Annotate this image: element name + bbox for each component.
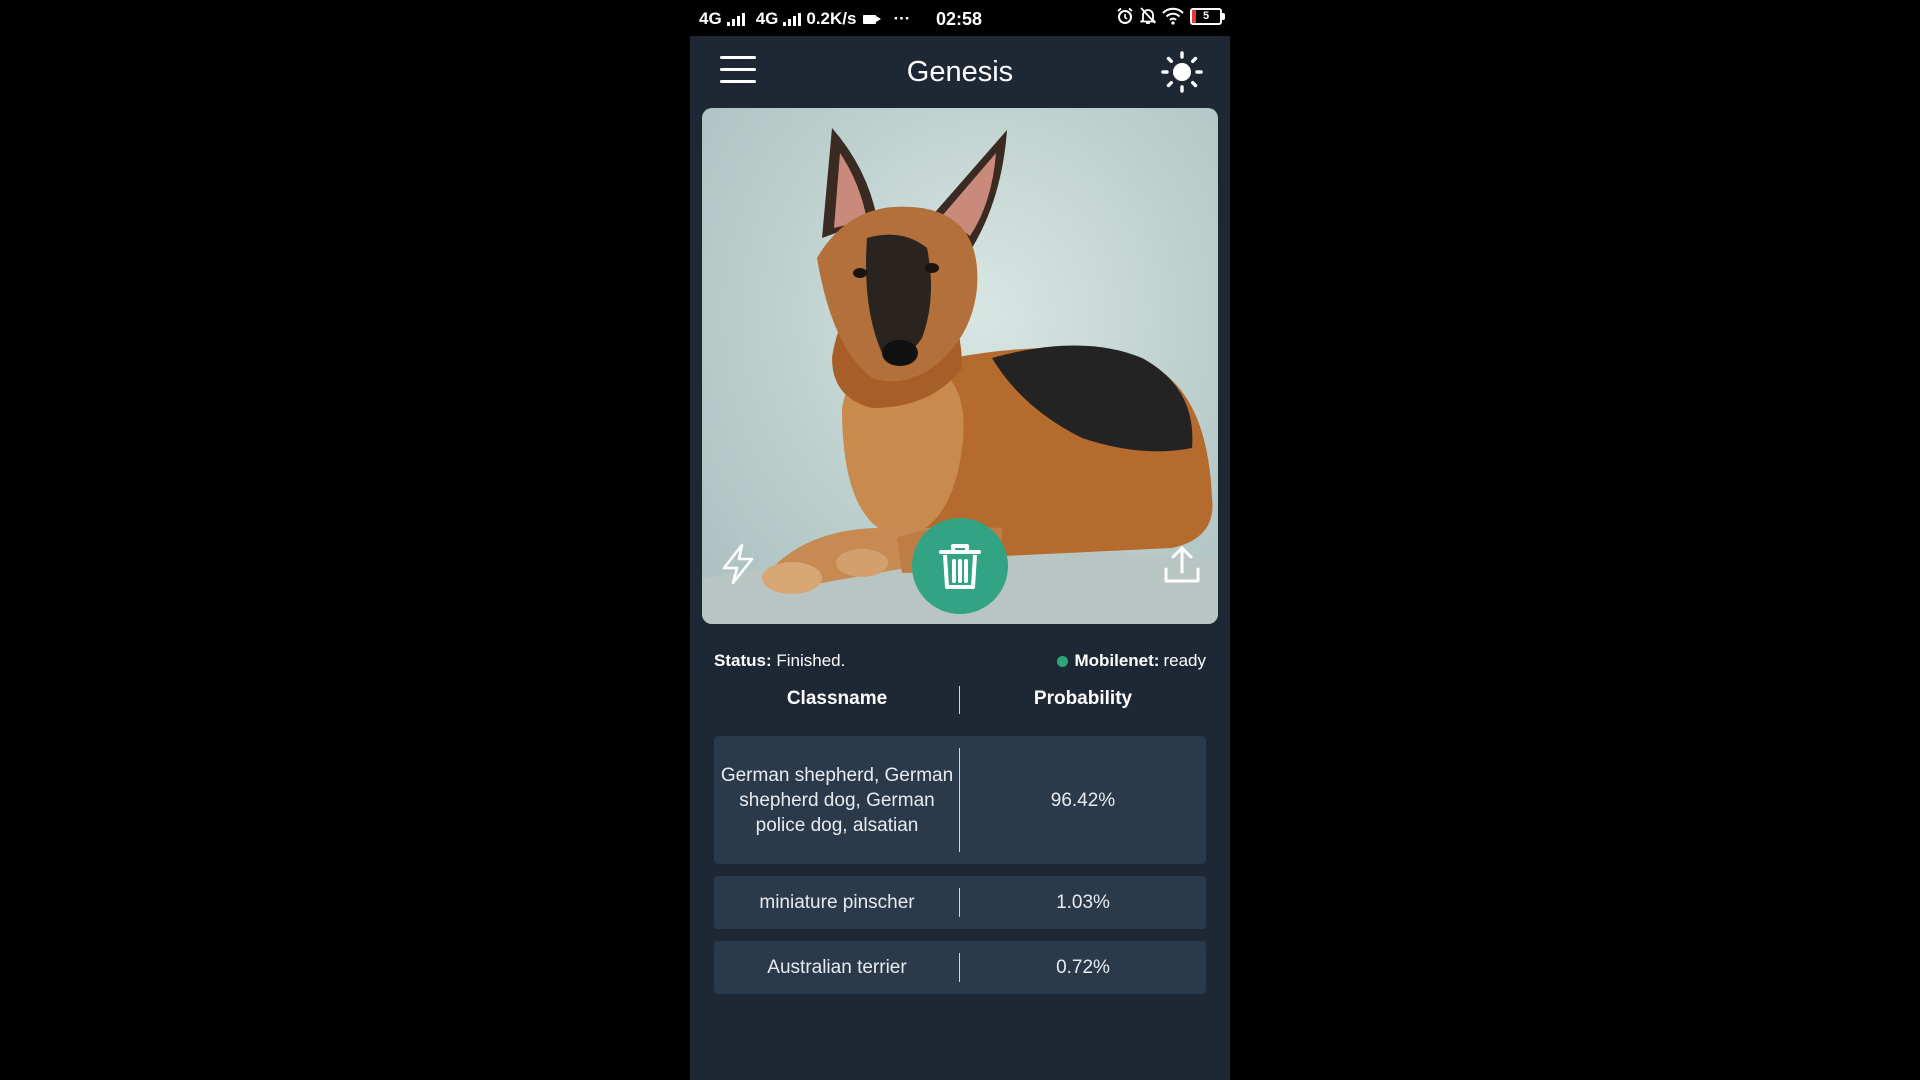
more-notifications: ··· (893, 9, 911, 28)
classname-cell: Australian terrier (767, 957, 907, 978)
video-camera-icon (863, 14, 882, 24)
battery-icon: 5 (1190, 7, 1225, 25)
network-type-2: 4G (755, 9, 779, 28)
status-bar-right: 5 (1116, 7, 1225, 25)
model-ready-indicator (1057, 655, 1069, 667)
classname-cell: miniature pinscher (759, 892, 915, 913)
network-speed: 0.2K/s (806, 9, 857, 28)
screen: 4G 4G 0.2K/s ··· 02:58 5 Genesis Status:… (0, 0, 1920, 1080)
row-divider (959, 888, 960, 917)
status-label: Status: (714, 651, 772, 670)
status-row: Status: Finished. Mobilenet: ready (714, 651, 1206, 673)
status-value: Finished. (776, 651, 846, 670)
results-table: German shepherd, German shepherd dog, Ge… (714, 736, 1206, 1006)
column-header-classname: Classname (786, 688, 888, 709)
table-row: German shepherd, German shepherd dog, Ge… (714, 736, 1206, 864)
app-bar: Genesis (690, 36, 1230, 108)
photo-preview (702, 108, 1218, 624)
sun-icon[interactable] (1160, 50, 1204, 94)
battery-level: 5 (1202, 9, 1210, 22)
table-row: Australian terrier 0.72% (714, 941, 1206, 994)
delete-button[interactable] (912, 518, 1008, 614)
model-value: ready (1163, 651, 1206, 670)
clock: 02:58 (936, 9, 983, 29)
bell-off-icon (1140, 7, 1156, 24)
probability-cell: 1.03% (1056, 892, 1110, 913)
status-bar: 4G 4G 0.2K/s ··· 02:58 5 (690, 0, 1230, 36)
results-table-header: Classname Probability (714, 684, 1206, 714)
signal-icon-2 (783, 12, 802, 26)
upload-icon[interactable] (1162, 542, 1202, 586)
phone-screen: 4G 4G 0.2K/s ··· 02:58 5 Genesis Status:… (690, 0, 1230, 1080)
app-title: Genesis (906, 56, 1014, 88)
status-text: Status: Finished. (714, 651, 845, 671)
row-divider (959, 748, 960, 852)
alarm-clock-icon (1117, 7, 1133, 24)
probability-cell: 96.42% (1050, 789, 1116, 811)
classname-cell: German shepherd, German shepherd dog, Ge… (720, 764, 954, 836)
network-type-1: 4G (699, 9, 722, 28)
table-row: miniature pinscher 1.03% (714, 876, 1206, 929)
row-divider (959, 953, 960, 982)
signal-icon (726, 12, 745, 26)
probability-cell: 0.72% (1056, 957, 1110, 978)
lightning-icon[interactable] (718, 542, 758, 586)
wifi-icon (1162, 7, 1184, 25)
model-status: Mobilenet: ready (1057, 651, 1206, 671)
model-label: Mobilenet: (1074, 651, 1160, 670)
trash-icon (939, 544, 981, 589)
column-header-probability: Probability (1033, 688, 1133, 709)
status-bar-left: 4G 4G 0.2K/s ··· (699, 9, 910, 29)
